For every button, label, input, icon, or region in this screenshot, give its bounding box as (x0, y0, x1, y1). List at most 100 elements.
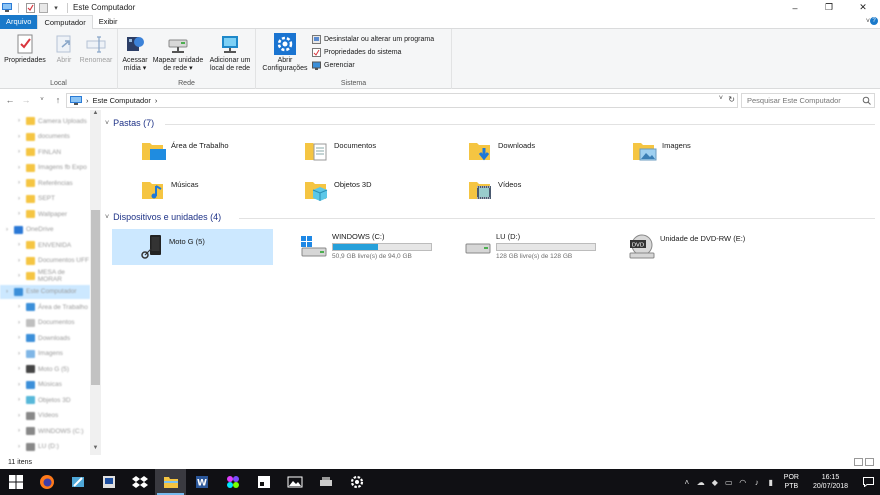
expand-chevron-icon[interactable]: › (18, 165, 26, 171)
folder-music[interactable]: Músicas (141, 177, 199, 203)
input-language[interactable]: POR PTB (784, 473, 799, 491)
expand-chevron-icon[interactable]: › (6, 289, 14, 295)
start-button[interactable] (0, 469, 31, 495)
nav-item[interactable]: › WINDOWS (C:) (0, 424, 90, 438)
nav-item[interactable]: › Músicas (0, 378, 90, 392)
section-header-folders[interactable]: ˅ Pastas (7) (105, 118, 154, 128)
section-header-devices[interactable]: ˅ Dispositivos e unidades (4) (105, 212, 221, 222)
scroll-down-icon[interactable]: ▼ (90, 445, 101, 455)
tab-computador[interactable]: Computador (37, 15, 93, 30)
properties-check-icon[interactable] (25, 2, 35, 13)
clock[interactable]: 16:15 20/07/2018 (813, 473, 848, 491)
scroll-thumb[interactable] (91, 210, 100, 385)
properties-button[interactable]: Propriedades (4, 33, 46, 65)
close-button[interactable]: ✕ (846, 0, 880, 15)
drive-windows-c[interactable]: WINDOWS (C:) 50,9 GB livre(s) de 94,0 GB (300, 232, 432, 260)
action-center-button[interactable] (856, 477, 880, 487)
expand-chevron-icon[interactable]: › (18, 335, 26, 341)
tab-arquivo[interactable]: Arquivo (0, 15, 38, 29)
large-icons-view-icon[interactable] (865, 458, 874, 466)
folder-images[interactable]: Imagens (632, 138, 691, 164)
nav-item[interactable]: › LU (D:) (0, 440, 90, 454)
folder-downloads[interactable]: Downloads (468, 138, 535, 164)
expand-chevron-icon[interactable]: › (18, 134, 26, 140)
details-view-icon[interactable] (854, 458, 863, 466)
expand-chevron-icon[interactable]: › (18, 428, 26, 434)
expand-chevron-icon[interactable]: › (18, 149, 26, 155)
folder-desktop[interactable]: Área de Trabalho (141, 138, 229, 164)
breadcrumb-separator[interactable]: › (155, 96, 158, 105)
folder-documents[interactable]: Documentos (304, 138, 376, 164)
expand-chevron-icon[interactable]: › (18, 242, 26, 248)
nav-item[interactable]: › Referências (0, 176, 90, 190)
system-properties-button[interactable]: Propriedades do sistema (312, 47, 434, 58)
cloud-icon[interactable]: ☁ (695, 478, 707, 487)
devices-icon[interactable]: ▭ (723, 478, 735, 487)
breadcrumb-separator[interactable]: › (86, 96, 89, 105)
breadcrumb-este-computador[interactable]: Este Computador (93, 96, 151, 105)
nav-item[interactable]: › Imagens fb Expo (0, 161, 90, 175)
nav-item[interactable]: › ENVENIDA (0, 238, 90, 252)
taskbar-sticky[interactable] (248, 469, 279, 495)
volume-icon[interactable]: ♪ (751, 478, 763, 487)
nav-item[interactable]: › Downloads (0, 331, 90, 345)
folder-3d-objects[interactable]: Objetos 3D (304, 177, 372, 203)
taskbar-file-explorer[interactable] (155, 469, 186, 495)
back-arrow-icon[interactable]: ← (4, 94, 16, 106)
nav-item[interactable]: › OneDrive (0, 223, 90, 237)
nav-item[interactable]: › Moto G (5) (0, 362, 90, 376)
customize-dropdown-icon[interactable]: ▾ (51, 3, 61, 13)
expand-chevron-icon[interactable]: › (18, 273, 26, 279)
minimize-button[interactable]: – (778, 0, 812, 15)
collapse-chevron-icon[interactable]: ˅ (105, 120, 109, 127)
wifi-icon[interactable]: ◠ (737, 478, 749, 487)
expand-chevron-icon[interactable]: › (18, 366, 26, 372)
expand-chevron-icon[interactable]: › (6, 227, 14, 233)
taskbar-notepad[interactable] (62, 469, 93, 495)
nav-item[interactable]: › Imagens (0, 347, 90, 361)
taskbar-settings[interactable] (341, 469, 372, 495)
nav-item[interactable]: › documents (0, 130, 90, 144)
expand-chevron-icon[interactable]: › (18, 118, 26, 124)
tab-exibir[interactable]: Exibir (93, 15, 124, 29)
computer-icon[interactable] (2, 3, 12, 13)
nav-item[interactable]: › FINLAN (0, 145, 90, 159)
search-input[interactable]: Pesquisar Este Computador (741, 93, 875, 108)
manage-button[interactable]: Gerenciar (312, 60, 434, 71)
nav-item[interactable]: › Objetos 3D (0, 393, 90, 407)
nav-item[interactable]: › Este Computador (0, 284, 90, 299)
taskbar-dropbox[interactable] (124, 469, 155, 495)
access-media-button[interactable]: Acessar mídia ▾ (121, 33, 149, 73)
open-button[interactable]: Abrir (52, 33, 76, 65)
nav-item[interactable]: › Documentos (0, 316, 90, 330)
expand-chevron-icon[interactable]: › (18, 211, 26, 217)
nav-item[interactable]: › Wallpaper (0, 207, 90, 221)
taskbar-app-blue[interactable] (93, 469, 124, 495)
new-folder-icon[interactable] (38, 2, 48, 13)
refresh-icon[interactable]: ↻ (728, 95, 735, 104)
dropbox-tray-icon[interactable]: ◆ (709, 478, 721, 487)
expand-chevron-icon[interactable]: › (18, 304, 26, 310)
drive-lu-d[interactable]: LU (D:) 128 GB livre(s) de 128 GB (464, 232, 596, 260)
rename-button[interactable]: Renomear (78, 33, 114, 65)
nav-item[interactable]: › Camera Uploads (0, 114, 90, 128)
expand-chevron-icon[interactable]: › (18, 258, 26, 264)
device-moto-g[interactable]: Moto G (5) (112, 229, 273, 265)
expand-chevron-icon[interactable]: › (18, 413, 26, 419)
uninstall-program-button[interactable]: Desinstalar ou alterar um programa (312, 34, 434, 45)
expand-chevron-icon[interactable]: › (18, 180, 26, 186)
up-arrow-icon[interactable]: ↑ (52, 94, 64, 106)
expand-chevron-icon[interactable]: › (18, 397, 26, 403)
taskbar-word[interactable]: W (186, 469, 217, 495)
nav-item[interactable]: › SEPT (0, 192, 90, 206)
folder-videos[interactable]: Vídeos (468, 177, 521, 203)
show-hidden-icons-icon[interactable]: ˄ (681, 478, 693, 487)
nav-item[interactable]: › Documentos UFF (0, 254, 90, 268)
nav-item[interactable]: › Vídeos (0, 409, 90, 423)
forward-arrow-icon[interactable]: → (20, 94, 32, 106)
collapse-chevron-icon[interactable]: ˅ (105, 214, 109, 221)
expand-chevron-icon[interactable]: › (18, 351, 26, 357)
nav-scrollbar[interactable]: ▲ ▼ (90, 110, 101, 455)
expand-chevron-icon[interactable]: › (18, 320, 26, 326)
address-bar[interactable]: › Este Computador › ˅ ↻ (66, 93, 738, 108)
